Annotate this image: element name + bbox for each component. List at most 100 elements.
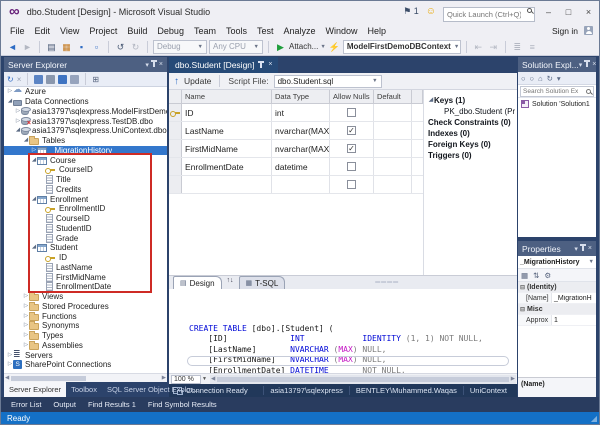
document-tab[interactable]: dbo.Student [Design] ×	[169, 57, 278, 73]
outdent-icon[interactable]: ⇥	[487, 40, 500, 54]
grid-column-header-data-type[interactable]: Data Type	[272, 90, 330, 103]
chevron-down-icon[interactable]: ▾	[145, 61, 149, 69]
cell-default[interactable]	[374, 158, 412, 175]
menu-item-project[interactable]: Project	[84, 26, 122, 36]
menu-item-view[interactable]: View	[55, 26, 84, 36]
grid-column-header-name[interactable]: Name	[182, 90, 272, 103]
save-button[interactable]: ▪	[75, 40, 88, 54]
platform-select[interactable]: Any CPU▼	[209, 40, 263, 54]
context-item-foreign-keys-0[interactable]: Foreign Keys (0)	[428, 139, 515, 150]
connect-to-server-icon[interactable]	[46, 75, 55, 84]
lightning-icon[interactable]: ⚡	[328, 40, 341, 54]
menu-item-build[interactable]: Build	[122, 26, 152, 36]
sign-in-button[interactable]: Sign in	[552, 26, 578, 36]
row-selector[interactable]	[169, 140, 182, 157]
cell-name[interactable]: EnrollmentDate	[182, 158, 272, 175]
refresh-icon[interactable]: ↻	[7, 75, 14, 84]
pin-icon[interactable]	[582, 246, 584, 251]
categorized-view-icon[interactable]: ▦	[521, 271, 528, 280]
chevron-down-icon[interactable]: ▾	[574, 245, 578, 253]
chevron-down-icon[interactable]: ▾	[579, 61, 583, 69]
solution-node[interactable]: Solution 'Solution1	[518, 98, 596, 110]
panel-tab-server-explorer[interactable]: Server Explorer	[4, 382, 66, 397]
splitter-grip[interactable]: ════	[375, 279, 429, 286]
collapse-icon[interactable]: ⊟	[520, 306, 525, 313]
tree-item-enrollmentdate[interactable]: EnrollmentDate	[4, 282, 167, 292]
home-icon[interactable]: ⌂	[538, 74, 543, 83]
open-file-button[interactable]: ▦	[60, 40, 73, 54]
tree-item-courseid[interactable]: CourseID	[4, 165, 167, 175]
swap-panes-button[interactable]: ↑↓	[224, 277, 237, 289]
tree-item-views[interactable]: ▷Views	[4, 292, 167, 302]
solution-search-input[interactable]	[520, 86, 594, 97]
panel-tab-toolbox[interactable]: Toolbox	[66, 382, 102, 397]
tree-item-servers[interactable]: ▷Servers	[4, 350, 167, 360]
scrollbar-thumb[interactable]	[11, 376, 85, 381]
tree-item-credits[interactable]: Credits	[4, 185, 167, 195]
row-selector[interactable]	[169, 122, 182, 139]
quick-launch-input[interactable]	[443, 7, 535, 22]
chevron-down-icon[interactable]: ▼	[320, 44, 325, 50]
cell-allow-nulls[interactable]: ✓	[330, 122, 374, 139]
back-icon[interactable]: ○	[521, 74, 526, 83]
menu-item-test[interactable]: Test	[252, 26, 279, 36]
pin-icon[interactable]	[586, 62, 588, 67]
close-button[interactable]: ×	[582, 5, 595, 19]
property-pages-icon[interactable]: ⚙	[544, 271, 551, 280]
property-value[interactable]: _MigrationH	[552, 295, 596, 302]
tree-item-studentid[interactable]: StudentID	[4, 224, 167, 234]
bottom-tab-output[interactable]: Output	[47, 400, 82, 409]
tree-item-tables[interactable]: ◢Tables	[4, 136, 167, 146]
tree-item-student[interactable]: ◢Student	[4, 243, 167, 253]
panel-tab-sql-server-object-explor[interactable]: SQL Server Object Explor...	[102, 382, 204, 397]
tree-item-migrationhistory[interactable]: ▷_MigrationHistory	[4, 146, 167, 156]
connect-to-database-icon[interactable]	[34, 75, 43, 84]
cell-name[interactable]: ID	[182, 104, 272, 121]
save-all-button[interactable]: ▫	[90, 40, 103, 54]
close-icon[interactable]: ×	[592, 61, 596, 68]
tree-item-synonyms[interactable]: ▷Synonyms	[4, 321, 167, 331]
cell-name[interactable]: FirstMidName	[182, 140, 272, 157]
menu-item-file[interactable]: File	[5, 26, 30, 36]
collapse-icon[interactable]: ⊟	[520, 284, 525, 291]
context-item-indexes-0[interactable]: Indexes (0)	[428, 128, 515, 139]
menu-item-debug[interactable]: Debug	[152, 26, 189, 36]
tab-tsql[interactable]: ▦ T-SQL	[239, 276, 286, 289]
tree-item-title[interactable]: Title	[4, 175, 167, 185]
property-category-misc[interactable]: ⊟Misc	[518, 304, 596, 315]
minimize-button[interactable]: –	[542, 5, 555, 19]
tree-item-asia13797-sqlexpress-unicontext-dbo[interactable]: ◢asia13797\sqlexpress.UniContext.dbo	[4, 126, 167, 136]
tree-item-lastname[interactable]: LastName	[4, 263, 167, 273]
property-row-name[interactable]: [Name]_MigrationH	[518, 293, 596, 304]
cell-allow-nulls[interactable]	[330, 176, 374, 193]
debug-configuration-select[interactable]: Debug▼	[153, 40, 207, 54]
allow-nulls-checkbox[interactable]: ✓	[347, 144, 356, 153]
connect-to-azure-icon[interactable]	[58, 75, 67, 84]
tree-item-types[interactable]: ▷Types	[4, 331, 167, 341]
stop-refresh-icon[interactable]: ×	[17, 75, 22, 84]
cell-name[interactable]	[182, 176, 272, 193]
scrollbar-thumb[interactable]	[217, 377, 509, 382]
tree-item-azure[interactable]: ▷Azure	[4, 87, 167, 97]
context-item-triggers-0[interactable]: Triggers (0)	[428, 150, 515, 161]
redo-button[interactable]: ↻	[129, 40, 142, 54]
indent-icon[interactable]: ⇤	[472, 40, 485, 54]
grid-row[interactable]	[169, 176, 423, 194]
close-icon[interactable]: ×	[588, 245, 592, 252]
row-selector[interactable]	[169, 158, 182, 175]
close-icon[interactable]: ×	[268, 60, 272, 70]
refresh-icon[interactable]: ↻	[547, 74, 553, 83]
scroll-right-icon[interactable]: ▶	[511, 376, 515, 382]
alphabetical-sort-icon[interactable]: ⇅	[533, 271, 539, 280]
notifications-flag-icon[interactable]: ⚑ 1	[403, 6, 419, 17]
property-row-approx[interactable]: Approx1	[518, 315, 596, 326]
row-selector[interactable]	[169, 104, 182, 121]
new-project-button[interactable]: ▤	[45, 40, 58, 54]
allow-nulls-checkbox[interactable]	[347, 180, 356, 189]
menu-item-window[interactable]: Window	[321, 26, 363, 36]
bottom-tab-find-results-1[interactable]: Find Results 1	[82, 400, 142, 409]
tree-item-enrollmentid[interactable]: EnrollmentID	[4, 204, 167, 214]
cell-default[interactable]	[374, 104, 412, 121]
navigate-forward-button[interactable]: ►	[21, 40, 34, 54]
update-button[interactable]: Update	[184, 76, 211, 86]
